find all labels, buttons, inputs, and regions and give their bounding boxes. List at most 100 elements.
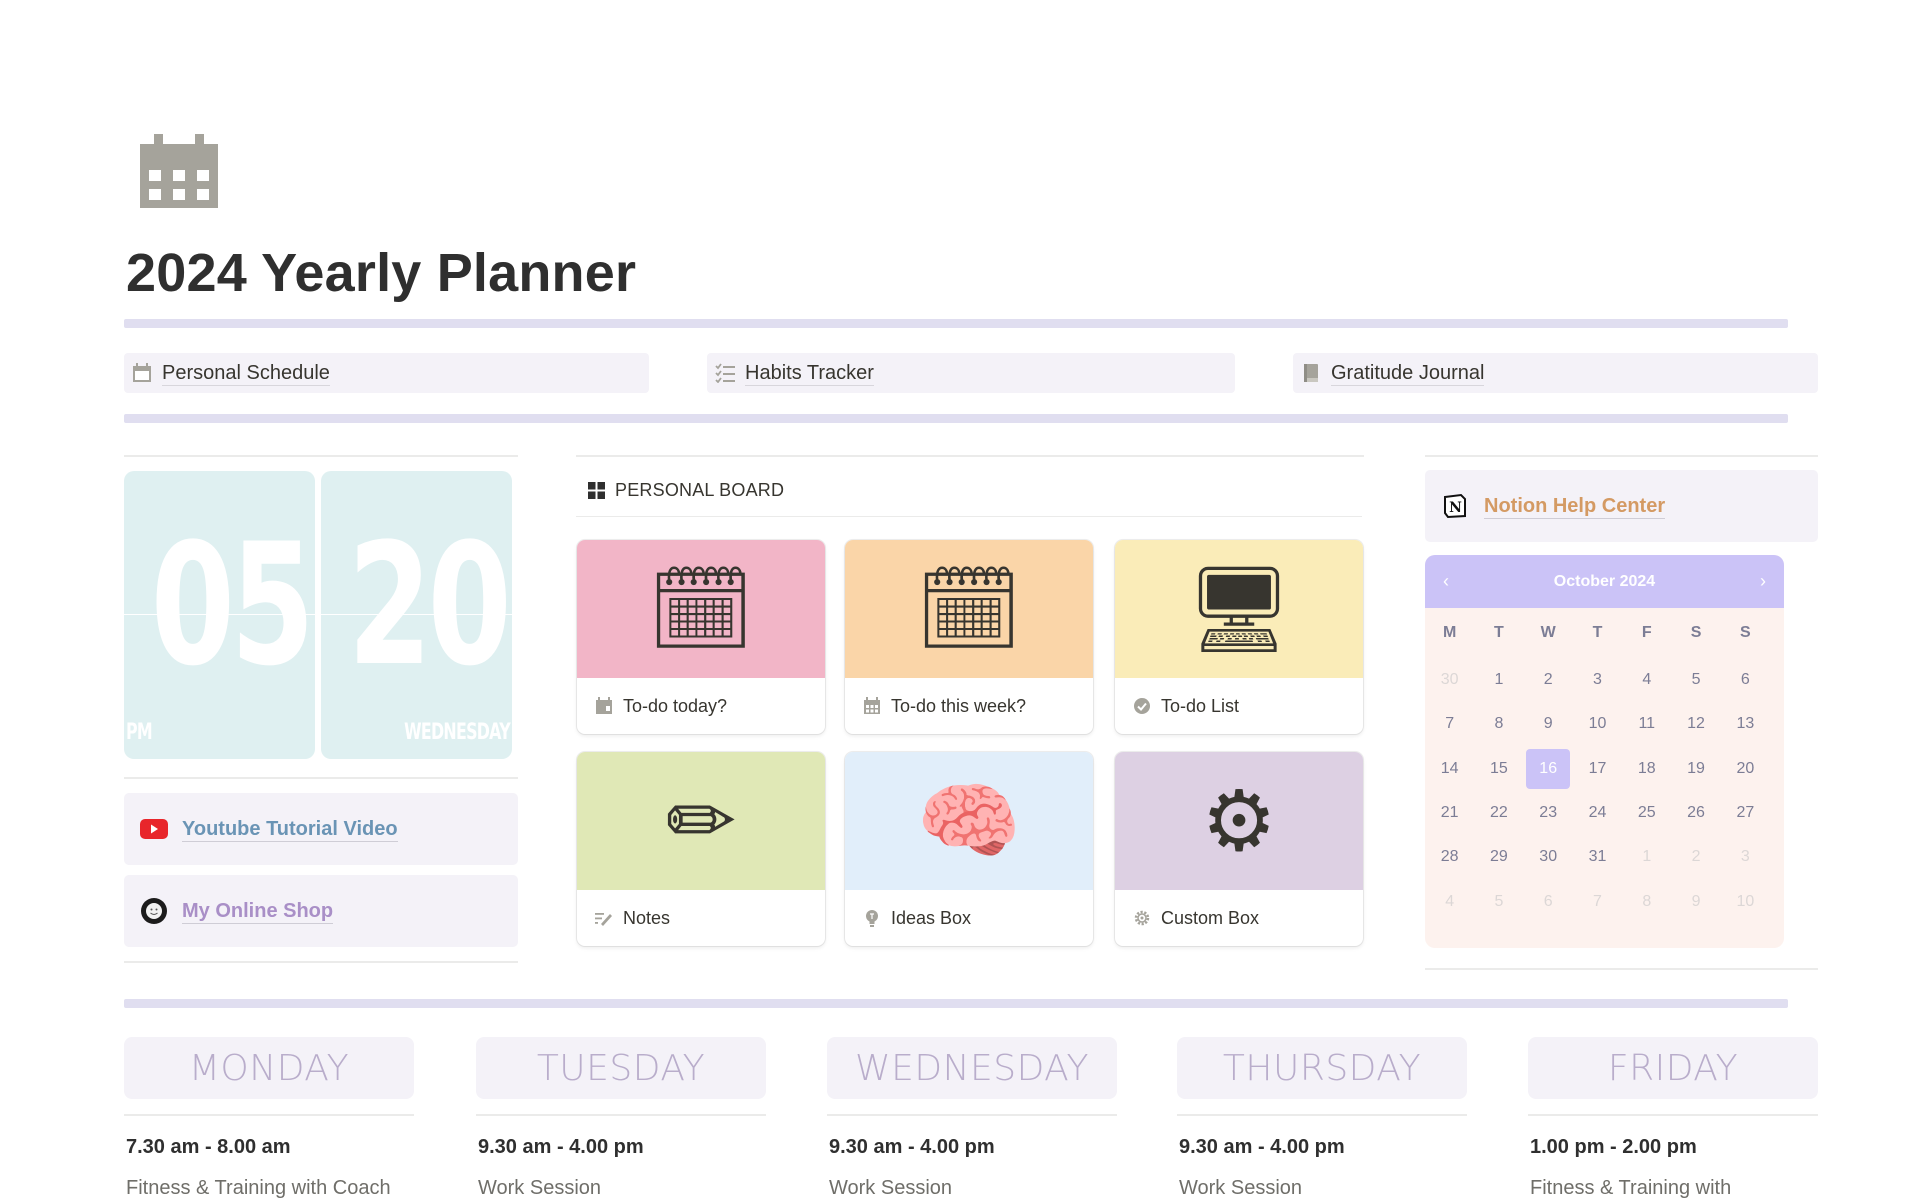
calendar-day[interactable]: 24 — [1573, 791, 1622, 835]
calendar-day-icon — [595, 697, 613, 715]
board-card[interactable]: 🧠 Ideas Box — [845, 752, 1093, 946]
divider — [124, 455, 518, 457]
calendar-day[interactable]: 28 — [1425, 835, 1474, 879]
desktop-computer-emoji: 🖥 — [1115, 540, 1363, 678]
calendar-day[interactable]: 3 — [1721, 835, 1770, 879]
youtube-tutorial-link[interactable]: Youtube Tutorial Video — [124, 793, 518, 865]
weekday-header[interactable]: THURSDAY — [1177, 1037, 1467, 1099]
schedule-description: Fitness & Training with Coach — [126, 1177, 391, 1199]
card-caption: To-do List — [1115, 678, 1363, 734]
calendar-day[interactable]: 8 — [1474, 702, 1523, 746]
nav-label: Gratitude Journal — [1331, 361, 1485, 386]
svg-text:N: N — [1449, 500, 1462, 516]
weekday-name: WEDNESDAY — [855, 1047, 1089, 1089]
calendar-day[interactable]: 25 — [1622, 791, 1671, 835]
nav-link-habits-tracker[interactable]: Habits Tracker — [707, 353, 1235, 393]
calendar-day[interactable]: 14 — [1425, 747, 1474, 791]
card-caption: Notes — [577, 890, 825, 946]
calendar-day[interactable]: 2 — [1524, 658, 1573, 702]
calendar-day[interactable]: 22 — [1474, 791, 1523, 835]
calendar-day[interactable]: 15 — [1474, 747, 1523, 791]
checklist-icon — [715, 363, 735, 383]
calendar-day[interactable]: 4 — [1425, 879, 1474, 923]
link-label[interactable]: My Online Shop — [182, 899, 334, 924]
board-header[interactable]: PERSONAL BOARD — [588, 480, 784, 501]
calendar-day[interactable]: 20 — [1721, 747, 1770, 791]
card-title: Custom Box — [1161, 907, 1260, 928]
spiral-calendar-emoji: 🗓 — [845, 540, 1093, 678]
calendar-day[interactable]: 7 — [1425, 702, 1474, 746]
calendar-day[interactable]: 30 — [1524, 835, 1573, 879]
nav-link-personal-schedule[interactable]: Personal Schedule — [124, 353, 649, 393]
divider — [124, 1114, 414, 1116]
weekday-schedule-column: TUESDAY 9.30 am - 4.00 pm Work Session — [476, 1037, 766, 1199]
calendar-day[interactable]: 11 — [1622, 702, 1671, 746]
card-caption: Custom Box — [1115, 890, 1363, 946]
board-card[interactable]: 🖥 To-do List — [1115, 540, 1363, 734]
calendar-day[interactable]: 26 — [1671, 791, 1720, 835]
calendar-day[interactable]: 13 — [1721, 702, 1770, 746]
schedule-description: Fitness & Training with — [1530, 1177, 1732, 1199]
board-title: PERSONAL BOARD — [615, 480, 785, 500]
calendar-weekday-label: S — [1740, 624, 1751, 641]
notion-help-center-link[interactable]: N Notion Help Center — [1425, 470, 1818, 542]
calendar-day[interactable]: 10 — [1721, 879, 1770, 923]
board-card[interactable]: ⚙ Custom Box — [1115, 752, 1363, 946]
lightbulb-icon — [863, 909, 881, 927]
board-card[interactable]: ✏ Notes — [577, 752, 825, 946]
calendar-icon — [133, 363, 151, 382]
weekday-header[interactable]: TUESDAY — [476, 1037, 766, 1099]
calendar-grid: M T W T F S S 30 1 2 3 4 5 6 7 8 9 10 11 12 13 14 15 16 17 18 19 20… — [1425, 608, 1770, 924]
nav-label: Personal Schedule — [162, 361, 330, 386]
calendar-day[interactable]: 19 — [1671, 747, 1720, 791]
calendar-day[interactable]: 7 — [1573, 879, 1622, 923]
flip-clock-widget: 05 PM 20 WEDNESDAY — [124, 471, 514, 759]
link-label[interactable]: Youtube Tutorial Video — [182, 817, 398, 842]
weekday-name: FRIDAY — [1607, 1047, 1739, 1089]
weekday-header[interactable]: WEDNESDAY — [827, 1037, 1117, 1099]
calendar-day[interactable]: 31 — [1573, 835, 1622, 879]
link-label[interactable]: Notion Help Center — [1484, 494, 1666, 519]
calendar-day[interactable]: 1 — [1474, 658, 1523, 702]
board-card[interactable]: 🗓 To-do today? — [577, 540, 825, 734]
calendar-day[interactable]: 17 — [1573, 747, 1622, 791]
calendar-day[interactable]: 3 — [1573, 658, 1622, 702]
weekday-header[interactable]: FRIDAY — [1528, 1037, 1818, 1099]
weekday-schedule-column: FRIDAY 1.00 pm - 2.00 pm Fitness & Trainin… — [1528, 1037, 1818, 1199]
calendar-day[interactable]: 27 — [1721, 791, 1770, 835]
divider — [476, 1114, 766, 1116]
calendar-day[interactable]: 2 — [1671, 835, 1720, 879]
calendar-day[interactable]: 6 — [1721, 658, 1770, 702]
calendar-day[interactable]: 5 — [1474, 879, 1523, 923]
schedule-time: 7.30 am - 8.00 am — [126, 1136, 291, 1158]
calendar-day-selected[interactable]: 16 — [1524, 747, 1573, 791]
divider — [576, 516, 1362, 517]
pencil-emoji: ✏ — [577, 752, 825, 890]
calendar-day[interactable]: 23 — [1524, 791, 1573, 835]
calendar-prev-button[interactable]: ‹ — [1443, 571, 1449, 592]
calendar-day[interactable]: 21 — [1425, 791, 1474, 835]
page-icon-calendar[interactable] — [140, 134, 218, 208]
calendar-day[interactable]: 30 — [1425, 658, 1474, 702]
calendar-day[interactable]: 12 — [1671, 702, 1720, 746]
calendar-day[interactable]: 4 — [1622, 658, 1671, 702]
board-card[interactable]: 🗓 To-do this week? — [845, 540, 1093, 734]
calendar-day[interactable]: 9 — [1524, 702, 1573, 746]
divider — [1425, 455, 1818, 457]
online-shop-link[interactable]: My Online Shop — [124, 875, 518, 947]
nav-link-gratitude-journal[interactable]: Gratitude Journal — [1293, 353, 1818, 393]
calendar-day-number: 16 — [1526, 748, 1571, 789]
notion-icon: N — [1444, 493, 1466, 519]
calendar-day[interactable]: 1 — [1622, 835, 1671, 879]
weekday-header[interactable]: MONDAY — [124, 1037, 414, 1099]
calendar-day[interactable]: 10 — [1573, 702, 1622, 746]
calendar-day[interactable]: 8 — [1622, 879, 1671, 923]
calendar-next-button[interactable]: › — [1760, 571, 1766, 592]
calendar-day[interactable]: 9 — [1671, 879, 1720, 923]
calendar-day[interactable]: 5 — [1671, 658, 1720, 702]
calendar-day[interactable]: 18 — [1622, 747, 1671, 791]
calendar-day[interactable]: 6 — [1524, 879, 1573, 923]
divider — [124, 777, 518, 779]
divider — [1425, 968, 1818, 970]
calendar-day[interactable]: 29 — [1474, 835, 1523, 879]
